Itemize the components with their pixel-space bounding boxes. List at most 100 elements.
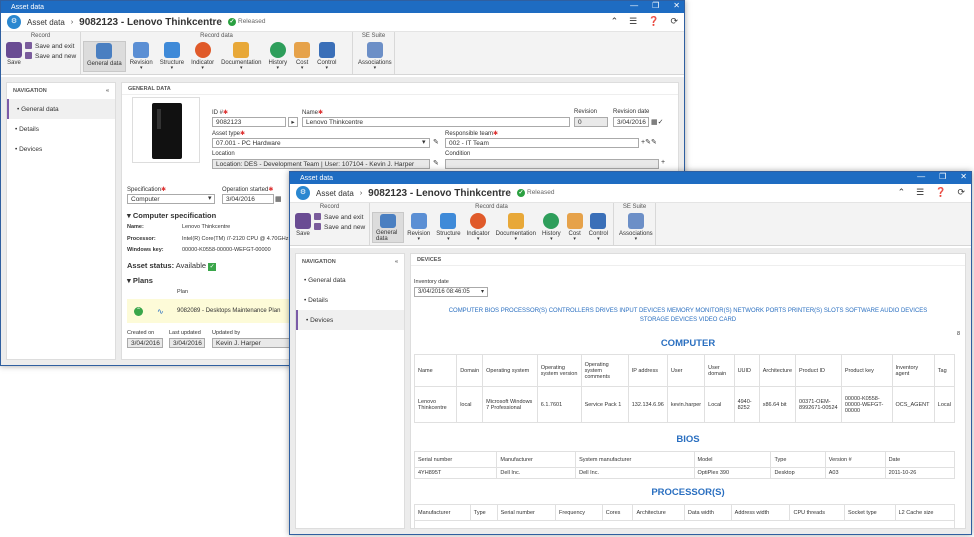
save-new-button[interactable]: Save and new	[314, 223, 365, 231]
general-data-button[interactable]: General data	[372, 212, 405, 243]
revision-button[interactable]: Revision ▾	[404, 212, 433, 242]
control-button[interactable]: Control ▾	[314, 41, 339, 71]
plans-section-title[interactable]: ▾ Plans	[127, 276, 153, 285]
table-cell: 4YH895T	[413, 467, 498, 479]
save-exit-button[interactable]: Save and exit	[25, 42, 76, 50]
edit-icon[interactable]: ✎	[433, 138, 439, 146]
documentation-button[interactable]: Documentation ▾	[493, 212, 539, 242]
table-cell: 4940-8252	[733, 386, 760, 423]
column-header: Model	[693, 451, 772, 468]
column-header: Name	[413, 354, 458, 387]
cost-icon	[566, 213, 583, 229]
help-icon[interactable]: ❓	[648, 16, 659, 27]
close-icon[interactable]: ✕	[673, 1, 680, 10]
opstart-field[interactable]: 3/04/2016	[222, 194, 274, 204]
category-links-line1[interactable]: COMPUTER BIOS PROCESSOR(S) CONTROLLERS D…	[411, 307, 965, 316]
inventory-dropdown-icon[interactable]: ▾	[481, 288, 484, 295]
help-icon[interactable]: ❓	[935, 187, 946, 198]
category-links-line2[interactable]: STORAGE DEVICES VIDEO CARD	[411, 316, 965, 325]
table-cell: 6.1.7601	[536, 386, 582, 423]
plan-name[interactable]: 9082089 - Desktops Maintenance Plan	[177, 308, 280, 314]
refresh-icon[interactable]: ⟳	[957, 187, 965, 198]
associations-button[interactable]: Associations ▾	[355, 41, 395, 71]
indicator-button[interactable]: Indicator ▾	[464, 212, 493, 242]
history-button[interactable]: History ▾	[539, 212, 564, 242]
table-cell: x86.64 bit	[758, 386, 797, 423]
close-icon[interactable]: ✕	[960, 172, 967, 181]
restore-icon[interactable]: ❐	[652, 1, 659, 10]
minimize-icon[interactable]: —	[917, 172, 925, 181]
list-icon[interactable]: ☰	[629, 16, 637, 27]
structure-button[interactable]: Structure ▾	[433, 212, 463, 242]
restore-icon[interactable]: ❐	[939, 172, 946, 181]
collapse-nav-icon[interactable]: «	[106, 88, 109, 94]
table-cell: A03	[824, 467, 886, 479]
spec-dropdown-icon[interactable]: ▾	[208, 194, 212, 202]
revision-date-label: Revision date	[613, 109, 650, 115]
inventory-date-label: Inventory date	[414, 279, 449, 285]
documentation-button[interactable]: Documentation ▾	[218, 41, 264, 71]
collapse-nav-icon[interactable]: «	[395, 259, 398, 265]
spec-row-label: Name:	[127, 224, 144, 230]
cost-button[interactable]: Cost ▾	[564, 212, 586, 242]
ribbon: Record Save Save and exit Save and new Re…	[1, 32, 684, 75]
save-exit-button[interactable]: Save and exit	[314, 213, 365, 221]
minimize-icon[interactable]: —	[630, 1, 638, 10]
history-button[interactable]: History ▾	[265, 41, 290, 71]
nav-item-details[interactable]: • Details	[296, 290, 404, 310]
add-condition-icon[interactable]: +	[661, 159, 665, 166]
calendar-icon[interactable]: ▦✓	[651, 118, 663, 126]
dropdown-icon[interactable]: ▾	[422, 138, 426, 146]
name-field[interactable]: Lenovo Thinkcentre	[302, 117, 570, 127]
save-new-button[interactable]: Save and new	[25, 52, 76, 60]
inventory-date-select[interactable]: 3/04/2016 08:46:05	[414, 287, 488, 297]
list-icon[interactable]: ☰	[916, 187, 924, 198]
opstart-label: Operation started✱	[222, 187, 274, 193]
cost-button[interactable]: Cost ▾	[291, 41, 313, 71]
nav-item-general-data[interactable]: • General data	[296, 270, 404, 290]
nav-item-devices[interactable]: • Devices	[296, 310, 404, 330]
collapse-icon[interactable]: ⌃	[898, 187, 906, 198]
associations-button[interactable]: Associations ▾	[616, 212, 656, 242]
window-title: Asset data	[300, 174, 334, 182]
revision-button[interactable]: Revision ▾	[127, 41, 156, 71]
arrow-right-icon[interactable]: ▸	[288, 117, 298, 127]
nav-item-devices[interactable]: • Devices	[7, 139, 115, 159]
column-header: User	[666, 354, 706, 387]
processor-row-placeholder	[414, 520, 955, 528]
collapse-icon[interactable]: ⌃	[611, 16, 619, 27]
window-title: Asset data	[11, 3, 45, 11]
team-select[interactable]: 002 - IT Team	[445, 138, 639, 148]
refresh-icon[interactable]: ⟳	[670, 16, 678, 27]
column-header: Address width	[730, 504, 791, 521]
spec-select[interactable]: Computer	[127, 194, 215, 204]
id-field[interactable]: 9082123	[212, 117, 286, 127]
breadcrumb[interactable]: Asset data	[316, 189, 354, 198]
navigation-panel: NAVIGATION « • General data • Details • D…	[295, 253, 405, 529]
device-category-links[interactable]: COMPUTER BIOS PROCESSOR(S) CONTROLLERS D…	[411, 307, 965, 325]
column-header: Version #	[824, 451, 886, 468]
shield-icon	[318, 42, 335, 58]
table-cell: Local	[933, 386, 956, 423]
calendar-icon[interactable]: ▦	[275, 195, 282, 203]
save-button[interactable]: Save	[3, 41, 25, 66]
spec-section-title[interactable]: ▾ Computer specification	[127, 211, 216, 220]
structure-icon	[440, 213, 457, 229]
nav-item-details[interactable]: • Details	[7, 119, 115, 139]
nav-item-general-data[interactable]: • General data	[7, 99, 115, 119]
column-header: Data width	[683, 504, 732, 521]
bios-section-title: BIOS	[676, 434, 700, 445]
structure-button[interactable]: Structure ▾	[157, 41, 187, 71]
team-actions-icon[interactable]: +✎✎	[641, 138, 657, 146]
breadcrumb[interactable]: Asset data	[27, 18, 65, 27]
status-badge: ✓ Released	[228, 18, 265, 26]
revision-date-field[interactable]: 3/04/2016	[613, 117, 649, 127]
asset-type-select[interactable]: 07.001 - PC Hardware	[212, 138, 430, 148]
spec-row-value: Intel(R) Core(TM) i7-2120 CPU @ 4.70GHz	[182, 236, 289, 242]
indicator-button[interactable]: Indicator ▾	[188, 41, 217, 71]
save-button[interactable]: Save	[292, 212, 314, 237]
general-data-button[interactable]: General data	[83, 41, 126, 72]
table-cell: Service Pack 1	[580, 386, 629, 423]
location-edit-icon[interactable]: ✎	[433, 159, 439, 167]
control-button[interactable]: Control ▾	[586, 212, 611, 242]
